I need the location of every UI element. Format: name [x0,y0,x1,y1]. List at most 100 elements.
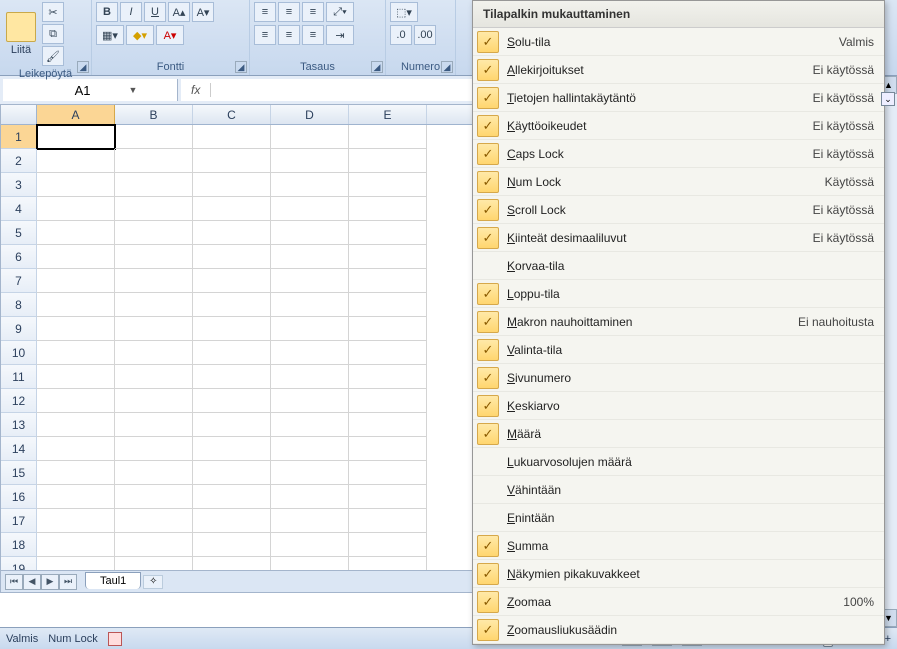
fill-color-button[interactable]: ◆▾ [126,25,154,45]
cell[interactable] [115,293,193,317]
cell[interactable] [37,341,115,365]
cell[interactable] [271,461,349,485]
cell[interactable] [193,413,271,437]
align-center-button[interactable]: ≡ [278,25,300,45]
cell[interactable] [193,221,271,245]
cell[interactable] [271,413,349,437]
menu-item[interactable]: ✓KäyttöoikeudetEi käytössä [473,112,884,140]
cell[interactable] [349,317,427,341]
row-header[interactable]: 8 [1,293,37,317]
select-all-corner[interactable] [1,105,37,124]
menu-item[interactable]: Korvaa-tila [473,252,884,280]
row-header[interactable]: 10 [1,341,37,365]
row-header[interactable]: 9 [1,317,37,341]
cut-button[interactable]: ✂ [42,2,64,22]
cell[interactable] [115,149,193,173]
zoom-in-button[interactable]: + [885,633,891,645]
format-painter-button[interactable]: 🖌 [42,46,64,66]
row-header[interactable]: 3 [1,173,37,197]
menu-item[interactable]: ✓Summa [473,532,884,560]
cell[interactable] [115,389,193,413]
column-header[interactable]: C [193,105,271,124]
cell[interactable] [115,125,193,149]
cell[interactable] [193,125,271,149]
cell[interactable] [349,125,427,149]
number-format-button[interactable]: ⬚▾ [390,2,418,22]
row-header[interactable]: 5 [1,221,37,245]
cell[interactable] [37,485,115,509]
menu-item[interactable]: ✓Keskiarvo [473,392,884,420]
decrease-decimal-button[interactable]: .0 [390,25,412,45]
sheet-nav-prev[interactable]: ◀ [23,574,41,590]
cell[interactable] [271,389,349,413]
align-top-button[interactable]: ≡ [254,2,276,22]
cell[interactable] [349,269,427,293]
sheet-add-button[interactable]: ✧ [143,575,163,589]
name-box[interactable]: ▼ [3,79,178,101]
copy-button[interactable]: ⧉ [42,24,64,44]
row-header[interactable]: 2 [1,149,37,173]
menu-item[interactable]: Lukuarvosolujen määrä [473,448,884,476]
cell[interactable] [349,509,427,533]
number-expand-icon[interactable]: ◢ [441,61,453,73]
cell[interactable] [193,533,271,557]
row-header[interactable]: 11 [1,365,37,389]
align-middle-button[interactable]: ≡ [278,2,300,22]
cell[interactable] [115,365,193,389]
cell[interactable] [115,317,193,341]
cell[interactable] [349,389,427,413]
column-header[interactable]: A [37,105,115,124]
font-color-button[interactable]: A▾ [156,25,184,45]
cell[interactable] [115,509,193,533]
row-header[interactable]: 1 [1,125,37,149]
menu-item[interactable]: ✓Kiinteät desimaaliluvutEi käytössä [473,224,884,252]
clipboard-expand-icon[interactable]: ◢ [77,61,89,73]
align-bottom-button[interactable]: ≡ [302,2,324,22]
sheet-nav-last[interactable]: ⏭ [59,574,77,590]
cell[interactable] [349,293,427,317]
cell[interactable] [349,533,427,557]
cell[interactable] [37,221,115,245]
cell[interactable] [37,125,115,149]
cell[interactable] [37,173,115,197]
cell[interactable] [37,461,115,485]
fx-icon[interactable]: fx [181,83,211,97]
cell[interactable] [349,173,427,197]
cell[interactable] [193,461,271,485]
column-header[interactable]: D [271,105,349,124]
border-button[interactable]: ▦▾ [96,25,124,45]
cell[interactable] [37,269,115,293]
font-expand-icon[interactable]: ◢ [235,61,247,73]
cell[interactable] [37,437,115,461]
cell[interactable] [349,341,427,365]
indent-button[interactable]: ⇥ [326,25,354,45]
menu-item[interactable]: ✓Loppu-tila [473,280,884,308]
menu-item[interactable]: Enintään [473,504,884,532]
row-header[interactable]: 17 [1,509,37,533]
cell[interactable] [37,365,115,389]
menu-item[interactable]: ✓Sivunumero [473,364,884,392]
paste-button[interactable]: Liitä [4,10,38,58]
menu-item[interactable]: ✓Scroll LockEi käytössä [473,196,884,224]
cell[interactable] [115,269,193,293]
column-header[interactable]: E [349,105,427,124]
cell[interactable] [193,149,271,173]
cell[interactable] [271,221,349,245]
cell[interactable] [115,245,193,269]
cell[interactable] [271,437,349,461]
cell[interactable] [349,365,427,389]
cell[interactable] [115,341,193,365]
cell[interactable] [193,437,271,461]
cell[interactable] [271,341,349,365]
sheet-tab-active[interactable]: Taul1 [85,572,141,589]
column-header[interactable]: B [115,105,193,124]
menu-item[interactable]: ✓Zoomaa100% [473,588,884,616]
cell[interactable] [349,485,427,509]
cell[interactable] [193,293,271,317]
increase-decimal-button[interactable]: .00 [414,25,436,45]
menu-item[interactable]: ✓Tietojen hallintakäytäntöEi käytössä [473,84,884,112]
cell[interactable] [37,317,115,341]
cell[interactable] [271,485,349,509]
sheet-nav-next[interactable]: ▶ [41,574,59,590]
cell[interactable] [349,149,427,173]
